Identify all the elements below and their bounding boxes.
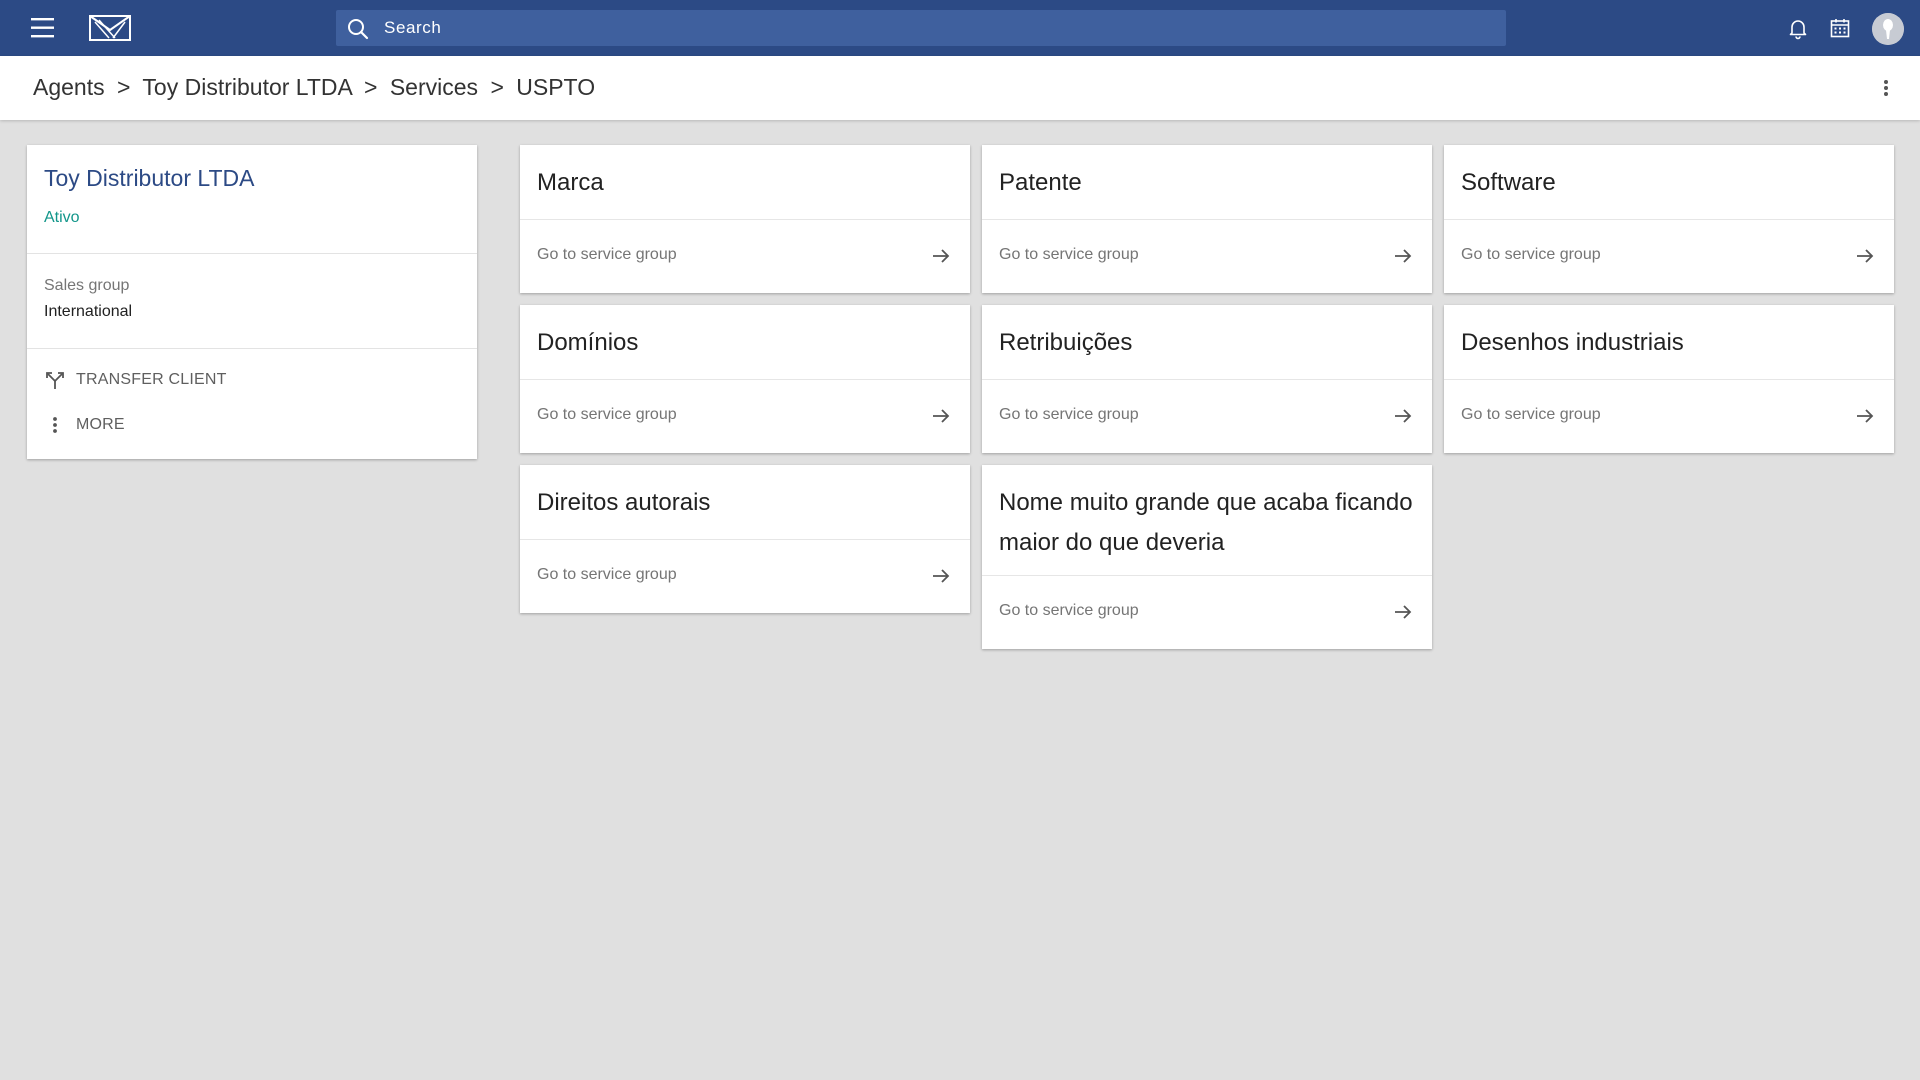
- service-card: Domínios Go to service group: [520, 305, 970, 453]
- app-bar: [0, 0, 1920, 56]
- more-vert-icon[interactable]: [1876, 76, 1896, 100]
- service-title: Retribuições: [999, 329, 1133, 356]
- go-to-service-group-label: Go to service group: [537, 566, 677, 583]
- client-name[interactable]: Toy Distributor LTDA: [44, 165, 254, 192]
- service-title: Patente: [999, 169, 1082, 196]
- bell-icon[interactable]: [1786, 16, 1810, 40]
- breadcrumb-current: USPTO: [516, 74, 596, 100]
- breadcrumb-separator: >: [490, 74, 504, 100]
- sales-group-value: International: [44, 303, 133, 320]
- avatar[interactable]: [1872, 13, 1904, 45]
- transfer-client-label: TRANSFER CLIENT: [76, 371, 227, 388]
- go-to-service-group-link[interactable]: Go to service group: [982, 379, 1432, 453]
- divider: [27, 253, 477, 254]
- service-card: Patente Go to service group: [982, 145, 1432, 293]
- go-to-service-group-link[interactable]: Go to service group: [520, 539, 970, 613]
- app-logo[interactable]: [89, 14, 131, 42]
- service-title: Software: [1461, 169, 1556, 196]
- go-to-service-group-label: Go to service group: [537, 406, 677, 423]
- go-to-service-group-label: Go to service group: [1461, 406, 1601, 423]
- go-to-service-group-link[interactable]: Go to service group: [520, 219, 970, 293]
- arrow-right-icon: [930, 405, 952, 427]
- service-title: Domínios: [537, 329, 639, 356]
- service-title: Nome muito grande que acaba ficando maio…: [999, 489, 1413, 556]
- calendar-icon[interactable]: [1828, 16, 1852, 40]
- service-card: Software Go to service group: [1444, 145, 1894, 293]
- more-vert-icon: [44, 414, 66, 436]
- go-to-service-group-link[interactable]: Go to service group: [1444, 219, 1894, 293]
- service-card: Nome muito grande que acaba ficando maio…: [982, 465, 1432, 649]
- more-label: MORE: [76, 416, 125, 433]
- breadcrumb-separator: >: [364, 74, 378, 100]
- service-title: Marca: [537, 169, 604, 196]
- service-card: Desenhos industriais Go to service group: [1444, 305, 1894, 453]
- service-title: Desenhos industriais: [1461, 329, 1684, 356]
- arrow-right-icon: [1854, 405, 1876, 427]
- service-title: Direitos autorais: [537, 489, 711, 516]
- service-card: Direitos autorais Go to service group: [520, 465, 970, 613]
- search-input[interactable]: [384, 10, 1484, 46]
- breadcrumb-bar: Agents > Toy Distributor LTDA > Services…: [0, 56, 1920, 120]
- go-to-service-group-label: Go to service group: [537, 246, 677, 263]
- search-icon: [346, 17, 370, 41]
- arrow-right-icon: [1854, 245, 1876, 267]
- menu-icon[interactable]: [28, 16, 62, 40]
- client-status: Ativo: [44, 209, 80, 226]
- client-card: Toy Distributor LTDA Ativo Sales group I…: [27, 145, 477, 459]
- arrow-right-icon: [1392, 245, 1414, 267]
- transfer-icon: [44, 369, 66, 391]
- divider: [27, 348, 477, 349]
- service-card: Retribuições Go to service group: [982, 305, 1432, 453]
- sales-group-label: Sales group: [44, 277, 130, 294]
- arrow-right-icon: [930, 245, 952, 267]
- arrow-right-icon: [930, 565, 952, 587]
- breadcrumb-separator: >: [117, 74, 131, 100]
- arrow-right-icon: [1392, 405, 1414, 427]
- go-to-service-group-label: Go to service group: [999, 246, 1139, 263]
- go-to-service-group-link[interactable]: Go to service group: [520, 379, 970, 453]
- go-to-service-group-link[interactable]: Go to service group: [982, 219, 1432, 293]
- go-to-service-group-label: Go to service group: [1461, 246, 1601, 263]
- transfer-client-button[interactable]: TRANSFER CLIENT: [44, 366, 227, 394]
- go-to-service-group-link[interactable]: Go to service group: [982, 575, 1432, 649]
- search-bar[interactable]: [336, 10, 1506, 46]
- breadcrumb-services[interactable]: Services: [390, 74, 478, 100]
- more-button[interactable]: MORE: [44, 411, 125, 439]
- breadcrumb-client[interactable]: Toy Distributor LTDA: [142, 74, 351, 100]
- go-to-service-group-label: Go to service group: [999, 602, 1139, 619]
- go-to-service-group-link[interactable]: Go to service group: [1444, 379, 1894, 453]
- breadcrumb: Agents > Toy Distributor LTDA > Services…: [33, 74, 595, 101]
- arrow-right-icon: [1392, 601, 1414, 623]
- service-card: Marca Go to service group: [520, 145, 970, 293]
- breadcrumb-agents[interactable]: Agents: [33, 74, 105, 100]
- go-to-service-group-label: Go to service group: [999, 406, 1139, 423]
